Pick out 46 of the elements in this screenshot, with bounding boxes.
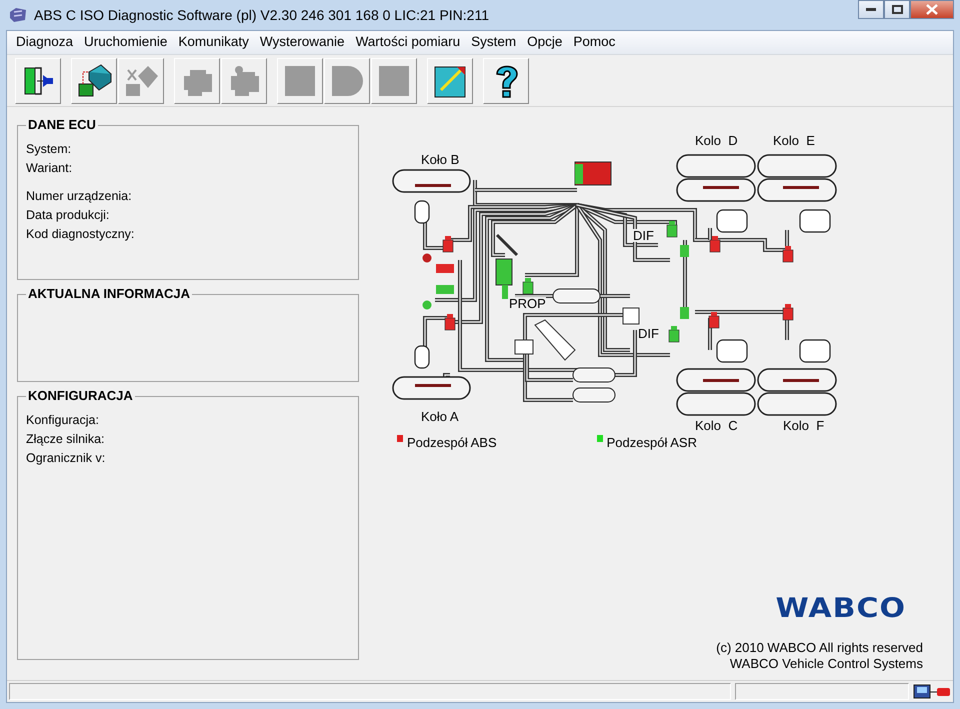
toolbar-button[interactable]	[427, 58, 473, 104]
menu-item[interactable]: Diagnoza	[11, 32, 78, 53]
field-label: Numer urządzenia:	[26, 188, 133, 205]
wheel-label: Kolo C	[695, 418, 738, 433]
wheel-label: Koło B	[421, 152, 460, 167]
minimize-icon	[866, 8, 876, 12]
wheel-label: Kolo D	[695, 133, 738, 148]
menu-item[interactable]: Uruchomienie	[79, 32, 172, 53]
maximize-icon	[892, 5, 902, 14]
valve-label: DIF	[633, 228, 654, 243]
panel-title: KONFIGURACJA	[26, 389, 135, 403]
field-label: Złącze silnika:	[26, 431, 106, 448]
wheel-label: Kolo E	[773, 133, 815, 148]
copyright-text: WABCO Vehicle Control Systems	[728, 656, 923, 672]
menu-item[interactable]: Wysterowanie	[254, 32, 350, 53]
field-label: Ogranicznik v:	[26, 450, 106, 467]
menu-item[interactable]: Opcje	[522, 32, 568, 53]
window-title: ABS C ISO Diagnostic Software (pl) V2.30 246 301 168 0 LIC:21 PIN:211	[34, 6, 489, 25]
wheel-label: Kolo F	[783, 418, 824, 433]
menu-item[interactable]: Komunikaty	[173, 32, 254, 53]
app-icon	[8, 6, 28, 24]
minimize-button[interactable]	[858, 0, 884, 19]
toolbar-button[interactable]	[71, 58, 117, 104]
field-label: System:	[26, 141, 72, 158]
connection-icon	[913, 684, 951, 700]
close-icon	[926, 4, 938, 15]
menu-item[interactable]: System	[466, 32, 522, 53]
menu-item[interactable]: Wartości pomiaru	[350, 32, 466, 53]
legend-label: Podzespół ABS	[407, 435, 497, 450]
field-label: Wariant:	[26, 160, 74, 177]
toolbar-button[interactable]	[483, 58, 529, 104]
valve-label: PROP	[509, 296, 546, 311]
panel-title: AKTUALNA INFORMACJA	[26, 287, 192, 301]
field-label: Data produkcji:	[26, 207, 110, 224]
menu-item[interactable]: Pomoc	[568, 32, 620, 53]
field-label: Konfiguracja:	[26, 412, 100, 429]
maximize-button[interactable]	[884, 0, 910, 19]
copyright-text: (c) 2010 WABCO All rights reserved	[715, 640, 923, 656]
field-label: Kod diagnostyczny:	[26, 226, 136, 243]
wheel-label: Koło A	[421, 409, 459, 424]
close-button[interactable]	[910, 0, 954, 19]
toolbar-button[interactable]	[15, 58, 61, 104]
panel-title: DANE ECU	[26, 118, 98, 132]
valve-label: DIF	[638, 326, 659, 341]
company-logo: WABCO	[776, 596, 906, 622]
legend-label: Podzespół ASR	[606, 435, 697, 450]
